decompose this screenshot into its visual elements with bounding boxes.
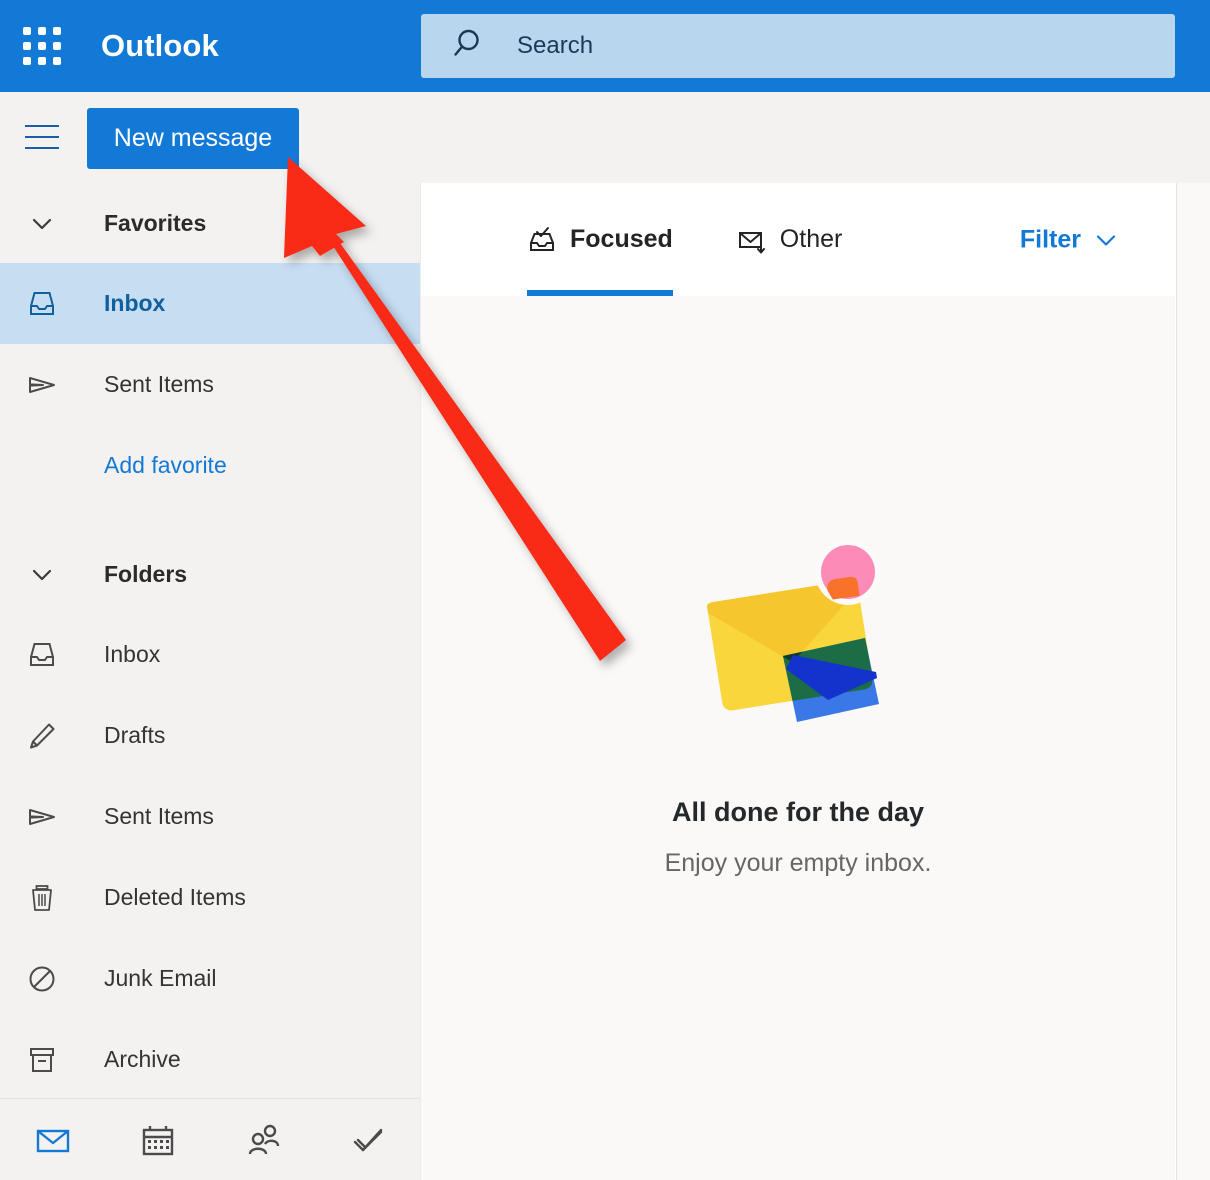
empty-inbox-state: All done for the day Enjoy your empty in… xyxy=(421,296,1175,1180)
chevron-down-icon xyxy=(25,209,59,237)
inbox-tray-icon xyxy=(25,288,59,320)
search-bar[interactable]: Search xyxy=(421,14,1175,78)
nav-todo-button[interactable] xyxy=(315,1118,420,1162)
app-brand-title: Outlook xyxy=(101,28,219,63)
sidebar-item-label: Drafts xyxy=(104,722,166,748)
folders-section-header[interactable]: Folders xyxy=(0,534,420,614)
search-icon xyxy=(454,27,488,66)
chevron-down-icon xyxy=(1093,227,1119,253)
filter-button[interactable]: Filter xyxy=(1020,225,1119,254)
add-favorite-link[interactable]: Add favorite xyxy=(0,425,420,506)
nav-mail-button[interactable] xyxy=(0,1118,105,1162)
paper-plane-icon xyxy=(25,801,59,833)
app-switcher-bar xyxy=(0,1098,420,1180)
tab-other[interactable]: Other xyxy=(737,183,843,296)
sidebar-item-deleted-items[interactable]: Deleted Items xyxy=(0,857,420,938)
tab-focused[interactable]: Focused xyxy=(527,183,673,296)
new-message-button[interactable]: New message xyxy=(87,108,299,169)
folders-label: Folders xyxy=(104,560,188,587)
sidebar-item-label: Inbox xyxy=(104,290,166,316)
sidebar-item-sent-items[interactable]: Sent Items xyxy=(0,776,420,857)
filter-label: Filter xyxy=(1019,225,1081,253)
waffle-grid-icon[interactable] xyxy=(22,26,62,66)
calendar-icon xyxy=(142,1125,173,1155)
archive-box-icon xyxy=(25,1044,59,1076)
paper-plane-icon xyxy=(25,369,59,401)
envelope-icon xyxy=(36,1129,69,1152)
message-list-column: Focused Other Filter All done for the da… xyxy=(420,183,1175,1180)
envelope-arrow-down-icon xyxy=(737,225,767,255)
checkmark-icon xyxy=(353,1128,382,1151)
outlook-web-app: Outlook Search New message Favorites Inb… xyxy=(0,0,1210,1180)
sidebar-item-drafts[interactable]: Drafts xyxy=(0,695,420,776)
chevron-down-icon xyxy=(25,560,59,588)
add-favorite-label: Add favorite xyxy=(104,452,227,478)
people-icon xyxy=(248,1124,279,1154)
sidebar-item-label: Deleted Items xyxy=(104,884,246,910)
nav-people-button[interactable] xyxy=(210,1118,315,1162)
favorites-section-header[interactable]: Favorites xyxy=(0,183,420,263)
sidebar-item-junk-email[interactable]: Junk Email xyxy=(0,938,420,1019)
sidebar-item-label: Archive xyxy=(104,1046,181,1072)
sidebar-item-label: Sent Items xyxy=(104,371,214,397)
inbox-check-icon xyxy=(527,225,557,255)
favorites-label: Favorites xyxy=(104,209,207,236)
sidebar-item-label: Inbox xyxy=(104,641,161,667)
block-circle-icon xyxy=(25,963,59,995)
nav-calendar-button[interactable] xyxy=(105,1118,210,1162)
pencil-icon xyxy=(25,720,59,752)
tab-focused-label: Focused xyxy=(570,225,673,253)
sidebar-item-label: Junk Email xyxy=(104,965,217,991)
sidebar-item-favorites-inbox[interactable]: Inbox xyxy=(0,263,420,344)
hamburger-menu-icon[interactable] xyxy=(25,118,59,156)
app-header: Outlook Search xyxy=(0,0,1210,92)
empty-inbox-envelopes-illustration xyxy=(683,528,913,763)
trash-icon xyxy=(25,882,59,914)
search-input[interactable]: Search xyxy=(517,32,593,60)
reading-pane xyxy=(1176,183,1210,1180)
sidebar-item-favorites-sent[interactable]: Sent Items xyxy=(0,344,420,425)
inbox-tray-icon xyxy=(25,639,59,671)
folder-sidebar: Favorites Inbox Sent Items Add favorite xyxy=(0,183,420,1098)
empty-state-title: All done for the day xyxy=(671,797,925,827)
sidebar-item-archive[interactable]: Archive xyxy=(0,1019,420,1098)
sidebar-item-inbox[interactable]: Inbox xyxy=(0,614,420,695)
sidebar-item-label: Sent Items xyxy=(104,803,214,829)
empty-state-subtitle: Enjoy your empty inbox. xyxy=(664,849,932,877)
message-list-tabbar: Focused Other Filter xyxy=(421,183,1175,296)
tab-other-label: Other xyxy=(779,225,843,253)
